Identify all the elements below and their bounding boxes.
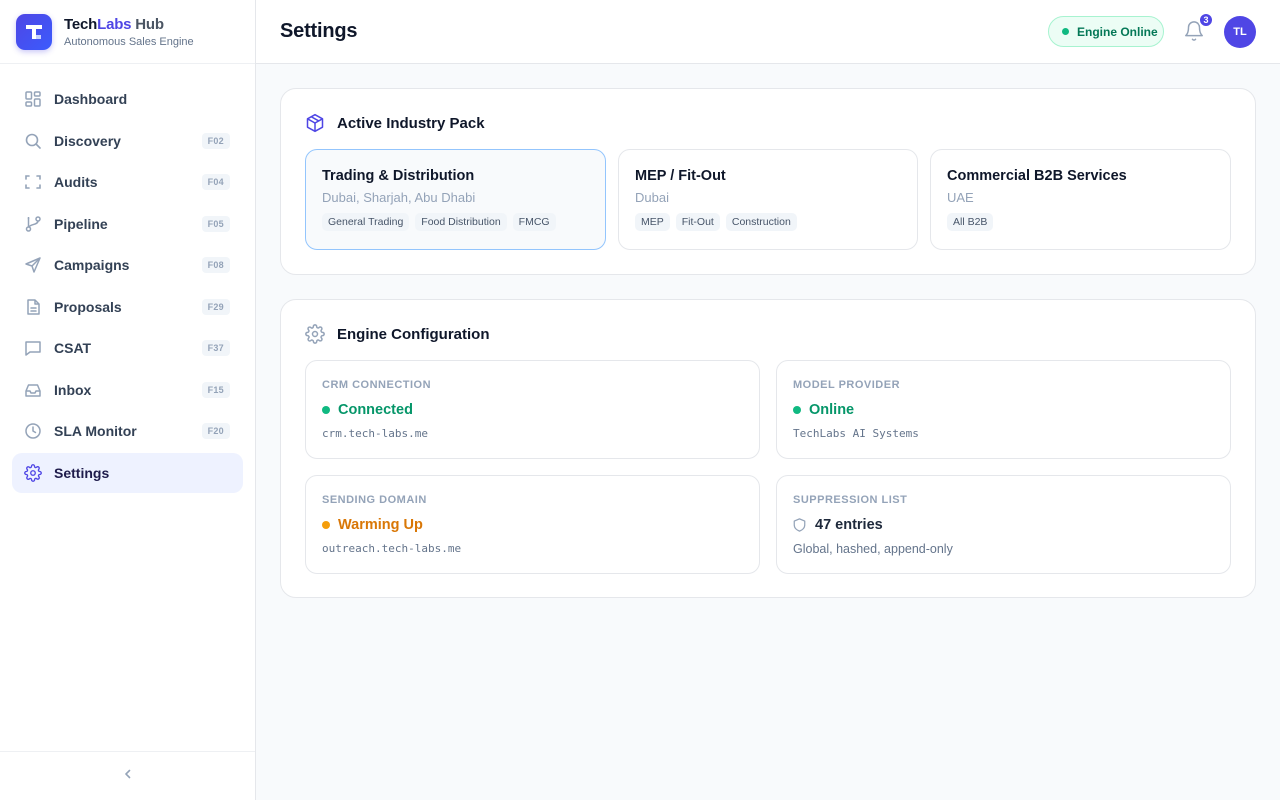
pack-name: MEP / Fit-Out (635, 168, 726, 184)
sidebar-item-label: Dashboard (54, 91, 128, 107)
sidebar-item-discovery[interactable]: Discovery F02 (12, 121, 243, 161)
scan-icon (24, 173, 42, 191)
pack-tag: Construction (725, 213, 797, 231)
sidebar-item-label: SLA Monitor (54, 423, 137, 439)
pack-tag: Food Distribution (415, 213, 507, 231)
sidebar-item-label: Inbox (54, 381, 92, 398)
top-bar: Settings Engine Online 3 TL (256, 0, 1280, 64)
sidebar-item-label: Settings (54, 464, 110, 481)
panel-label: MODEL PROVIDER (793, 379, 901, 391)
collapse-sidebar-button[interactable] (0, 751, 255, 800)
chevron-left-icon (122, 767, 134, 785)
model-provider-panel: MODEL PROVIDER Online TechLabs AI System… (776, 360, 1231, 459)
sidebar-item-audits[interactable]: Audits F04 (12, 162, 243, 202)
pack-tag: Fit-Out (675, 213, 720, 231)
pack-tag: MEP (635, 213, 670, 231)
sidebar-item-sla-monitor[interactable]: SLA Monitor F20 (12, 411, 243, 451)
notification-count-badge: 3 (1198, 12, 1214, 28)
pack-tag: FMCG (512, 213, 556, 231)
shortcut-badge: F15 (201, 381, 230, 398)
status-text: Engine Online (1077, 24, 1158, 39)
dashboard-icon (24, 90, 42, 108)
gear-icon (24, 463, 42, 482)
panel-label: CRM CONNECTION (322, 379, 432, 391)
sidebar-item-label: Discovery (54, 132, 121, 149)
industry-pack-b2b[interactable]: Commercial B2B Services UAE All B2B (930, 149, 1231, 250)
sidebar-item-label: Pipeline (54, 215, 108, 232)
document-icon (24, 298, 42, 316)
suppression-description: Global, hashed, append-only (793, 542, 953, 556)
model-status: Online (809, 402, 855, 418)
bell-icon (1183, 21, 1205, 46)
brand-subtitle: Autonomous Sales Engine (64, 35, 194, 48)
status-dot (322, 406, 330, 414)
pack-tag: All B2B (947, 213, 994, 231)
industry-pack-mep[interactable]: MEP / Fit-Out Dubai MEP Fit-Out Construc… (618, 149, 918, 250)
user-avatar[interactable]: TL (1224, 16, 1256, 48)
shortcut-badge: F20 (201, 423, 230, 439)
send-icon (24, 256, 42, 274)
pack-location: Dubai (635, 190, 669, 205)
card-title: Engine Configuration (337, 325, 490, 343)
page-title: Settings (280, 20, 358, 42)
shortcut-badge: F08 (201, 257, 230, 273)
sidebar-item-proposals[interactable]: Proposals F29 (12, 287, 243, 327)
sidebar-item-dashboard[interactable]: Dashboard (12, 79, 243, 119)
pack-location: Dubai, Sharjah, Abu Dhabi (322, 190, 476, 205)
gear-icon (305, 324, 325, 344)
industry-pack-header: Active Industry Pack (305, 113, 485, 133)
pack-tag: General Trading (322, 213, 410, 231)
card-title: Active Industry Pack (337, 114, 485, 132)
git-branch-icon (24, 215, 42, 233)
sidebar-item-label: Campaigns (54, 257, 130, 273)
shortcut-badge: F05 (201, 215, 230, 232)
shortcut-badge: F02 (201, 132, 230, 149)
domain-status: Warming Up (338, 517, 423, 533)
status-dot (793, 406, 801, 414)
crm-host: crm.tech-labs.me (322, 427, 428, 440)
sidebar: TechLabs Hub Autonomous Sales Engine Das… (0, 0, 256, 800)
sidebar-nav: Dashboard Discovery F02 Audits F04 Pipel… (0, 64, 255, 493)
crm-connection-panel: CRM CONNECTION Connected crm.tech-labs.m… (305, 360, 760, 459)
crm-status: Connected (338, 402, 413, 418)
engine-config-header: Engine Configuration (305, 324, 489, 344)
panel-label: SUPPRESSION LIST (793, 494, 908, 506)
sending-domain-host: outreach.tech-labs.me (322, 542, 462, 555)
industry-pack-card: Active Industry Pack Trading & Distribut… (280, 88, 1256, 275)
sidebar-item-settings[interactable]: Settings (12, 452, 243, 493)
pack-name: Trading & Distribution (322, 168, 475, 184)
status-dot (1062, 28, 1069, 35)
sidebar-item-label: Proposals (54, 298, 122, 315)
shortcut-badge: F37 (201, 340, 230, 356)
suppression-list-panel: SUPPRESSION LIST 47 entries Global, hash… (776, 475, 1231, 574)
sidebar-item-campaigns[interactable]: Campaigns F08 (12, 245, 243, 285)
sidebar-item-label: CSAT (54, 340, 92, 356)
brand-name: TechLabs Hub (64, 15, 164, 33)
clock-icon (24, 422, 42, 440)
engine-config-card: Engine Configuration CRM CONNECTION Conn… (280, 299, 1256, 598)
search-icon (24, 132, 42, 150)
sending-domain-panel: SENDING DOMAIN Warming Up outreach.tech-… (305, 475, 760, 574)
sidebar-item-label: Audits (54, 174, 98, 190)
industry-pack-trading[interactable]: Trading & Distribution Dubai, Sharjah, A… (305, 149, 606, 250)
brand[interactable]: TechLabs Hub Autonomous Sales Engine (0, 0, 255, 64)
engine-status-badge: Engine Online (1048, 16, 1164, 47)
shortcut-badge: F04 (201, 174, 230, 190)
package-icon (305, 113, 325, 133)
model-provider-name: TechLabs AI Systems (793, 427, 919, 440)
shortcut-badge: F29 (201, 298, 230, 315)
status-dot (322, 521, 330, 529)
brand-logo (16, 13, 52, 50)
sidebar-item-pipeline[interactable]: Pipeline F05 (12, 204, 243, 244)
message-square-icon (24, 339, 42, 357)
suppression-count: 47 entries (815, 517, 883, 533)
sidebar-item-csat[interactable]: CSAT F37 (12, 328, 243, 368)
pack-location: UAE (947, 190, 974, 205)
sidebar-item-inbox[interactable]: Inbox F15 (12, 370, 243, 410)
inbox-icon (24, 381, 42, 399)
shield-icon (793, 518, 807, 532)
pack-name: Commercial B2B Services (947, 168, 1127, 184)
panel-label: SENDING DOMAIN (322, 494, 427, 506)
